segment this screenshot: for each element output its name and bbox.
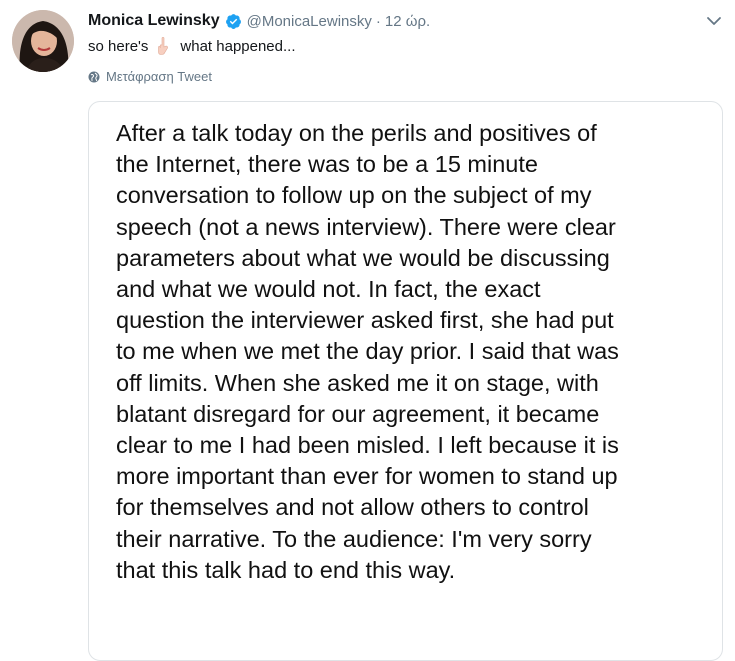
tweet-text-before-emoji: so here's bbox=[88, 37, 149, 55]
globe-icon bbox=[88, 71, 100, 83]
statement-line: blatant disregard for our agreement, it … bbox=[116, 400, 600, 427]
statement-line: conversation to follow up on the subject… bbox=[116, 182, 592, 209]
statement-line: After a talk today on the perils and pos… bbox=[116, 120, 597, 146]
statement-line: for themselves and not allow others to c… bbox=[116, 494, 589, 521]
avatar-image bbox=[12, 10, 74, 72]
author-name[interactable]: Monica Lewinsky bbox=[88, 12, 220, 30]
statement-line: and what we would not. In fact, the exac… bbox=[116, 276, 541, 303]
statement-image-card[interactable]: After a talk today on the perils and pos… bbox=[88, 101, 723, 661]
statement-text: After a talk today on the perils and pos… bbox=[116, 118, 706, 586]
verified-badge-icon bbox=[225, 13, 242, 30]
tweet-text-after-emoji: what happened... bbox=[180, 37, 296, 55]
tweet: Monica Lewinsky @MonicaLewinsky · 12 ώρ.… bbox=[0, 0, 735, 661]
statement-line: parameters about what we would be discus… bbox=[116, 244, 610, 271]
avatar[interactable] bbox=[12, 10, 74, 72]
statement-line: their narrative. To the audience: I'm ve… bbox=[116, 525, 592, 552]
statement-line: clear to me I had been misled. I left be… bbox=[116, 432, 619, 459]
statement-line: question the interviewer asked first, sh… bbox=[116, 307, 614, 334]
statement-line: the Internet, there was to be a 15 minut… bbox=[116, 151, 538, 178]
tweet-timestamp[interactable]: 12 ώρ. bbox=[385, 13, 430, 30]
author-handle[interactable]: @MonicaLewinsky bbox=[247, 13, 372, 30]
tweet-text: so here's what happened... bbox=[88, 36, 296, 56]
tweet-header: Monica Lewinsky @MonicaLewinsky · 12 ώρ. bbox=[88, 10, 430, 32]
translate-label: Μετάφραση Tweet bbox=[106, 69, 212, 84]
pointing-down-hand-icon bbox=[156, 36, 172, 56]
statement-line: off limits. When she asked me it on stag… bbox=[116, 369, 599, 396]
chevron-down-icon[interactable] bbox=[705, 12, 723, 30]
statement-line: speech (not a news interview). There wer… bbox=[116, 213, 616, 240]
separator-dot: · bbox=[375, 12, 381, 30]
statement-line: to me when we met the day prior. I said … bbox=[116, 338, 619, 365]
statement-line: that this talk had to end this way. bbox=[116, 556, 456, 583]
translate-tweet-link[interactable]: Μετάφραση Tweet bbox=[88, 69, 212, 84]
statement-line: more important than ever for women to st… bbox=[116, 463, 618, 490]
